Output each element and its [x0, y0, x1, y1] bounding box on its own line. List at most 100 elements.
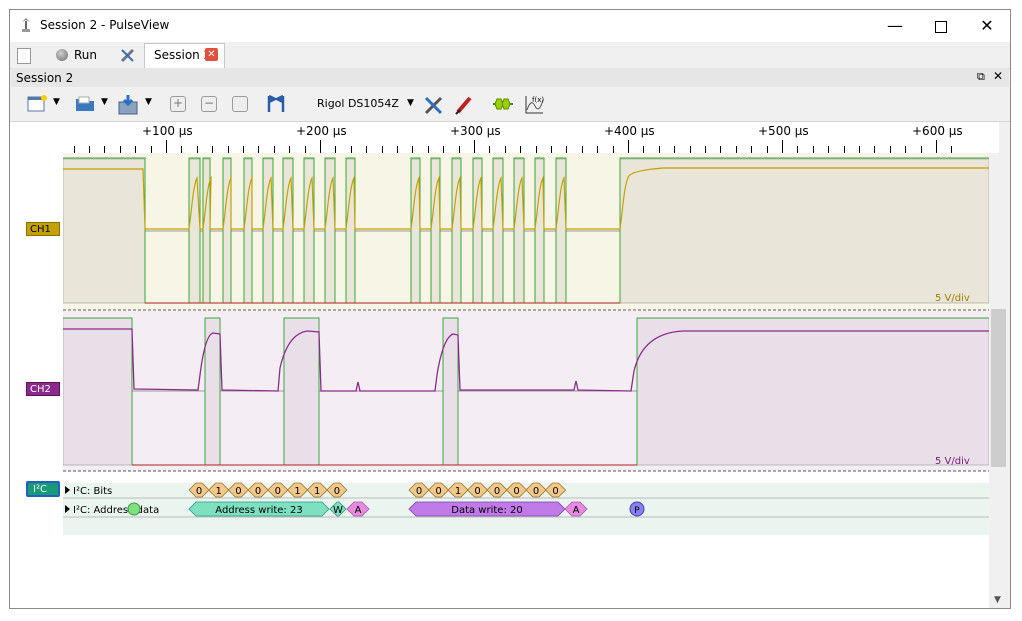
- bit-cell-text: 0: [494, 486, 500, 497]
- run-label: Run: [74, 48, 98, 62]
- maximize-button[interactable]: [918, 10, 964, 42]
- add-decoder-button[interactable]: [491, 94, 513, 114]
- ch1-logic-high-region: [202, 158, 211, 304]
- ruler-major-tick: [936, 140, 937, 153]
- bit-cell-text: 0: [255, 486, 261, 497]
- new-view-button[interactable]: [26, 94, 48, 114]
- ruler-major-tick: [320, 140, 321, 153]
- device-dropdown-icon[interactable]: ▼: [407, 98, 414, 108]
- float-panel-icon[interactable]: ⧉: [977, 70, 985, 84]
- channel-label-ch2[interactable]: CH2: [26, 382, 60, 396]
- bit-cell-text: 0: [435, 486, 441, 497]
- settings-button[interactable]: [118, 44, 138, 66]
- close-window-button[interactable]: ✕: [964, 10, 1010, 42]
- save-dropdown-icon[interactable]: ▼: [145, 97, 152, 107]
- decoder-label-i2c[interactable]: I²C: [26, 481, 60, 497]
- ruler-major-tick: [628, 140, 629, 153]
- device-selector[interactable]: Rigol DS1054Z: [317, 97, 399, 110]
- ruler-minor-tick: [535, 146, 537, 153]
- ruler-minor-tick: [674, 146, 676, 153]
- stop-marker-text: P: [634, 506, 640, 516]
- ruler-minor-tick: [350, 146, 352, 153]
- time-ruler[interactable]: +100 µs +200 µs +300 µs +400 µs +500 µs +600 …: [63, 122, 999, 154]
- ruler-minor-tick: [135, 146, 137, 153]
- bit-cell-text: 0: [416, 486, 422, 497]
- open-dropdown-icon[interactable]: ▼: [101, 97, 108, 107]
- ruler-minor-tick: [243, 146, 244, 153]
- scroll-down-icon[interactable]: ▼: [994, 595, 1001, 605]
- trace-viewport[interactable]: 5 V/div 5 V/div I²C: Bits I²C: Address/data…: [63, 153, 989, 608]
- scrollbar-thumb[interactable]: [991, 309, 1006, 467]
- traces-canvas: 5 V/div 5 V/div I²C: Bits I²C: Address/data…: [63, 153, 989, 535]
- ack-annotation-text: A: [355, 505, 362, 516]
- ch1-logic-high-region: [188, 158, 201, 304]
- trace-header-column: [10, 122, 63, 608]
- data-write-annotation-text: Data write: 20: [451, 505, 522, 516]
- close-tab-icon[interactable]: ✕: [205, 48, 218, 61]
- probe-config-button[interactable]: [454, 94, 476, 115]
- zoom-out-button[interactable]: −: [199, 94, 221, 114]
- write-bit-annotation-text: W: [333, 505, 343, 516]
- new-view-dropdown-icon[interactable]: ▼: [53, 97, 60, 107]
- ruler-minor-tick: [181, 146, 183, 153]
- ch1-logic-high-region: [63, 158, 146, 304]
- run-button[interactable]: Run: [50, 44, 106, 66]
- ruler-major-tick: [166, 140, 167, 153]
- ruler-minor-tick: [566, 146, 568, 153]
- ruler-label: +100 µs: [142, 124, 193, 138]
- decoder-row-label: I²C: Address/data: [73, 505, 159, 516]
- ruler-minor-tick: [797, 146, 799, 153]
- zoom-in-button[interactable]: +: [168, 94, 190, 114]
- ruler-minor-tick: [581, 146, 583, 153]
- vertical-scrollbar[interactable]: ▼: [989, 153, 1008, 608]
- ch2-logic-high-region: [636, 317, 989, 466]
- run-circle-icon: [56, 49, 68, 61]
- ruler-minor-tick: [920, 146, 922, 153]
- minimize-button[interactable]: —: [872, 10, 918, 42]
- ruler-minor-tick: [366, 146, 368, 153]
- ruler-minor-tick: [905, 146, 907, 153]
- ruler-minor-tick: [720, 146, 722, 153]
- bit-cell-text: 1: [294, 486, 300, 497]
- ruler-label: +500 µs: [758, 124, 809, 138]
- ch2-scale-label: 5 V/div: [935, 456, 970, 467]
- pulseview-app-icon: [22, 18, 30, 32]
- ruler-minor-tick: [258, 146, 260, 153]
- bit-cell-text: 0: [513, 486, 519, 497]
- ruler-minor-tick: [150, 146, 152, 153]
- math-channel-button[interactable]: f(x): [523, 94, 545, 114]
- ruler-minor-tick: [212, 146, 214, 153]
- ruler-minor-tick: [658, 146, 660, 153]
- bit-cell-text: 1: [314, 486, 320, 497]
- wrench-screwdriver-icon: [424, 96, 443, 115]
- ruler-minor-tick: [828, 146, 830, 153]
- channel-label-ch1[interactable]: CH1: [26, 222, 60, 236]
- ruler-minor-tick: [735, 146, 737, 153]
- ruler-label: +300 µs: [450, 124, 501, 138]
- bit-cell-text: 1: [216, 486, 222, 497]
- svg-text:f(x): f(x): [532, 96, 544, 104]
- open-button[interactable]: [74, 94, 96, 114]
- ruler-minor-tick: [889, 146, 891, 153]
- ruler-minor-tick: [89, 146, 90, 153]
- ruler-minor-tick: [289, 146, 291, 153]
- ruler-label: +200 µs: [296, 124, 347, 138]
- ruler-minor-tick: [843, 146, 845, 153]
- panel-title: Session 2: [16, 71, 74, 85]
- ruler-minor-tick: [751, 146, 753, 153]
- address-write-annotation-text: Address write: 23: [215, 505, 302, 516]
- device-config-button[interactable]: [423, 94, 445, 115]
- new-session-button[interactable]: [16, 44, 32, 66]
- tools-icon: [120, 48, 135, 63]
- close-panel-icon[interactable]: ✕: [993, 69, 1003, 83]
- cursor-button[interactable]: [265, 94, 287, 114]
- ruler-minor-tick: [104, 146, 106, 153]
- zoom-fit-button[interactable]: [230, 94, 252, 114]
- cursor-flags-icon: [267, 94, 285, 112]
- bit-cell-text: 0: [533, 486, 539, 497]
- ruler-minor-tick: [597, 146, 599, 153]
- save-button[interactable]: [116, 94, 138, 115]
- ruler-minor-tick: [859, 146, 860, 153]
- tab-session-2[interactable]: Session 2 ✕: [144, 43, 225, 68]
- ch2-logic-high-region: [283, 317, 320, 466]
